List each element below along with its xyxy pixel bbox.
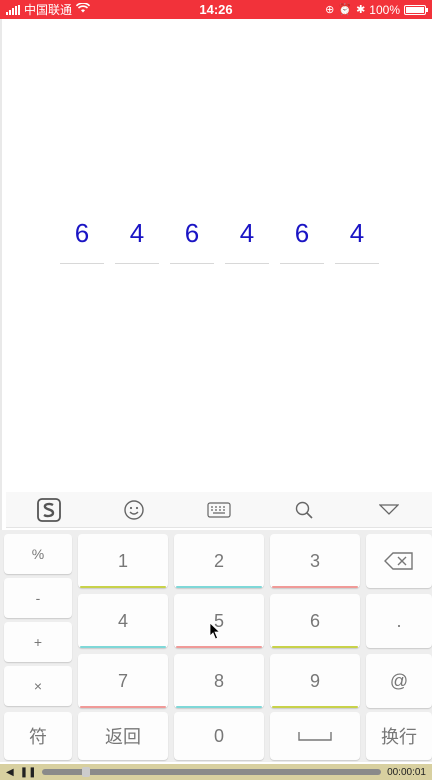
pause-icon[interactable]: ❚❚ (20, 767, 37, 778)
code-digit: 4 (239, 218, 255, 248)
key-accent (176, 586, 262, 588)
lock-rotation-icon: ⊕ (325, 4, 335, 16)
alarm-icon: ⏰ (338, 4, 353, 16)
code-cell[interactable]: 4 (335, 210, 379, 264)
carrier-name: 中国联通 (24, 3, 73, 17)
key-accent (176, 706, 262, 708)
player-time: 00:00:01 (387, 766, 426, 778)
key-label: 6 (309, 610, 320, 631)
code-digit: 6 (74, 218, 90, 248)
key-label: 9 (309, 670, 320, 691)
code-digit: 4 (349, 218, 365, 248)
key-enter[interactable]: 换行 (366, 712, 432, 760)
key-accent (80, 586, 166, 588)
key-label: + (33, 634, 43, 650)
code-digit: 6 (184, 218, 200, 248)
backspace-icon (384, 552, 413, 570)
progress-knob[interactable] (82, 767, 91, 777)
key-label: 返回 (105, 727, 141, 747)
key-multiply[interactable]: × (4, 666, 72, 706)
sogou-logo-icon[interactable] (29, 495, 69, 525)
battery-icon (404, 4, 428, 15)
key-back[interactable]: 返回 (78, 712, 168, 760)
key-dot[interactable]: . (366, 594, 432, 648)
video-player-bar: ◀ ❚❚ 00:00:01 (0, 764, 432, 780)
mouse-cursor-icon (209, 622, 221, 645)
keyboard-toolbar (6, 492, 432, 528)
battery-percent: 100% (369, 2, 400, 17)
code-cell[interactable]: 6 (280, 210, 324, 264)
key-backspace[interactable] (366, 534, 432, 588)
key-accent (272, 646, 358, 648)
rewind-icon[interactable]: ◀ (6, 767, 14, 778)
key-label: . (396, 610, 402, 631)
code-cell[interactable]: 6 (60, 210, 104, 264)
key-symbols[interactable]: 符 (4, 712, 72, 760)
key-8[interactable]: 8 (174, 654, 264, 708)
numeric-keyboard: % - + × 符 1 2 3 4 5 6 7 8 9 返回 0 . @ 换行 (0, 530, 432, 762)
key-label: 0 (213, 725, 224, 746)
bluetooth-icon: ✱ (356, 4, 366, 16)
verification-code-input[interactable]: 6 4 6 4 6 4 (60, 210, 379, 264)
key-label: % (31, 546, 45, 562)
key-plus[interactable]: + (4, 622, 72, 662)
progress-track[interactable] (42, 767, 382, 777)
status-bar: 中国联通 14:26 ⊕ ⏰ ✱ 100% (0, 0, 432, 19)
key-7[interactable]: 7 (78, 654, 168, 708)
emoji-icon[interactable] (114, 495, 154, 525)
code-cell[interactable]: 4 (115, 210, 159, 264)
key-label: @ (389, 670, 409, 691)
key-9[interactable]: 9 (270, 654, 360, 708)
space-icon (298, 732, 332, 741)
key-label: 7 (117, 670, 128, 691)
key-accent (272, 586, 358, 588)
code-digit: 6 (294, 218, 310, 248)
key-label: 换行 (381, 727, 417, 747)
key-label: × (33, 678, 43, 694)
key-accent (80, 706, 166, 708)
key-label: 8 (213, 670, 224, 691)
key-at[interactable]: @ (366, 654, 432, 708)
keyboard-switch-icon[interactable] (199, 495, 239, 525)
signal-icon (6, 4, 20, 15)
key-label: - (35, 590, 41, 606)
key-1[interactable]: 1 (78, 534, 168, 588)
code-cell[interactable]: 6 (170, 210, 214, 264)
key-label: 符 (29, 727, 47, 747)
key-4[interactable]: 4 (78, 594, 168, 648)
key-0[interactable]: 0 (174, 712, 264, 760)
key-6[interactable]: 6 (270, 594, 360, 648)
key-label: 3 (309, 550, 320, 571)
wifi-icon (75, 2, 91, 16)
key-label: 4 (117, 610, 128, 631)
key-accent (272, 706, 358, 708)
key-percent[interactable]: % (4, 534, 72, 574)
key-3[interactable]: 3 (270, 534, 360, 588)
key-accent (80, 646, 166, 648)
key-label: 1 (117, 550, 128, 571)
key-minus[interactable]: - (4, 578, 72, 618)
code-cell[interactable]: 4 (225, 210, 269, 264)
key-label: 2 (213, 550, 224, 571)
key-2[interactable]: 2 (174, 534, 264, 588)
collapse-keyboard-icon[interactable] (369, 495, 409, 525)
code-digit: 4 (129, 218, 145, 248)
search-icon[interactable] (284, 495, 324, 525)
key-space[interactable] (270, 712, 360, 760)
key-accent (176, 646, 262, 648)
